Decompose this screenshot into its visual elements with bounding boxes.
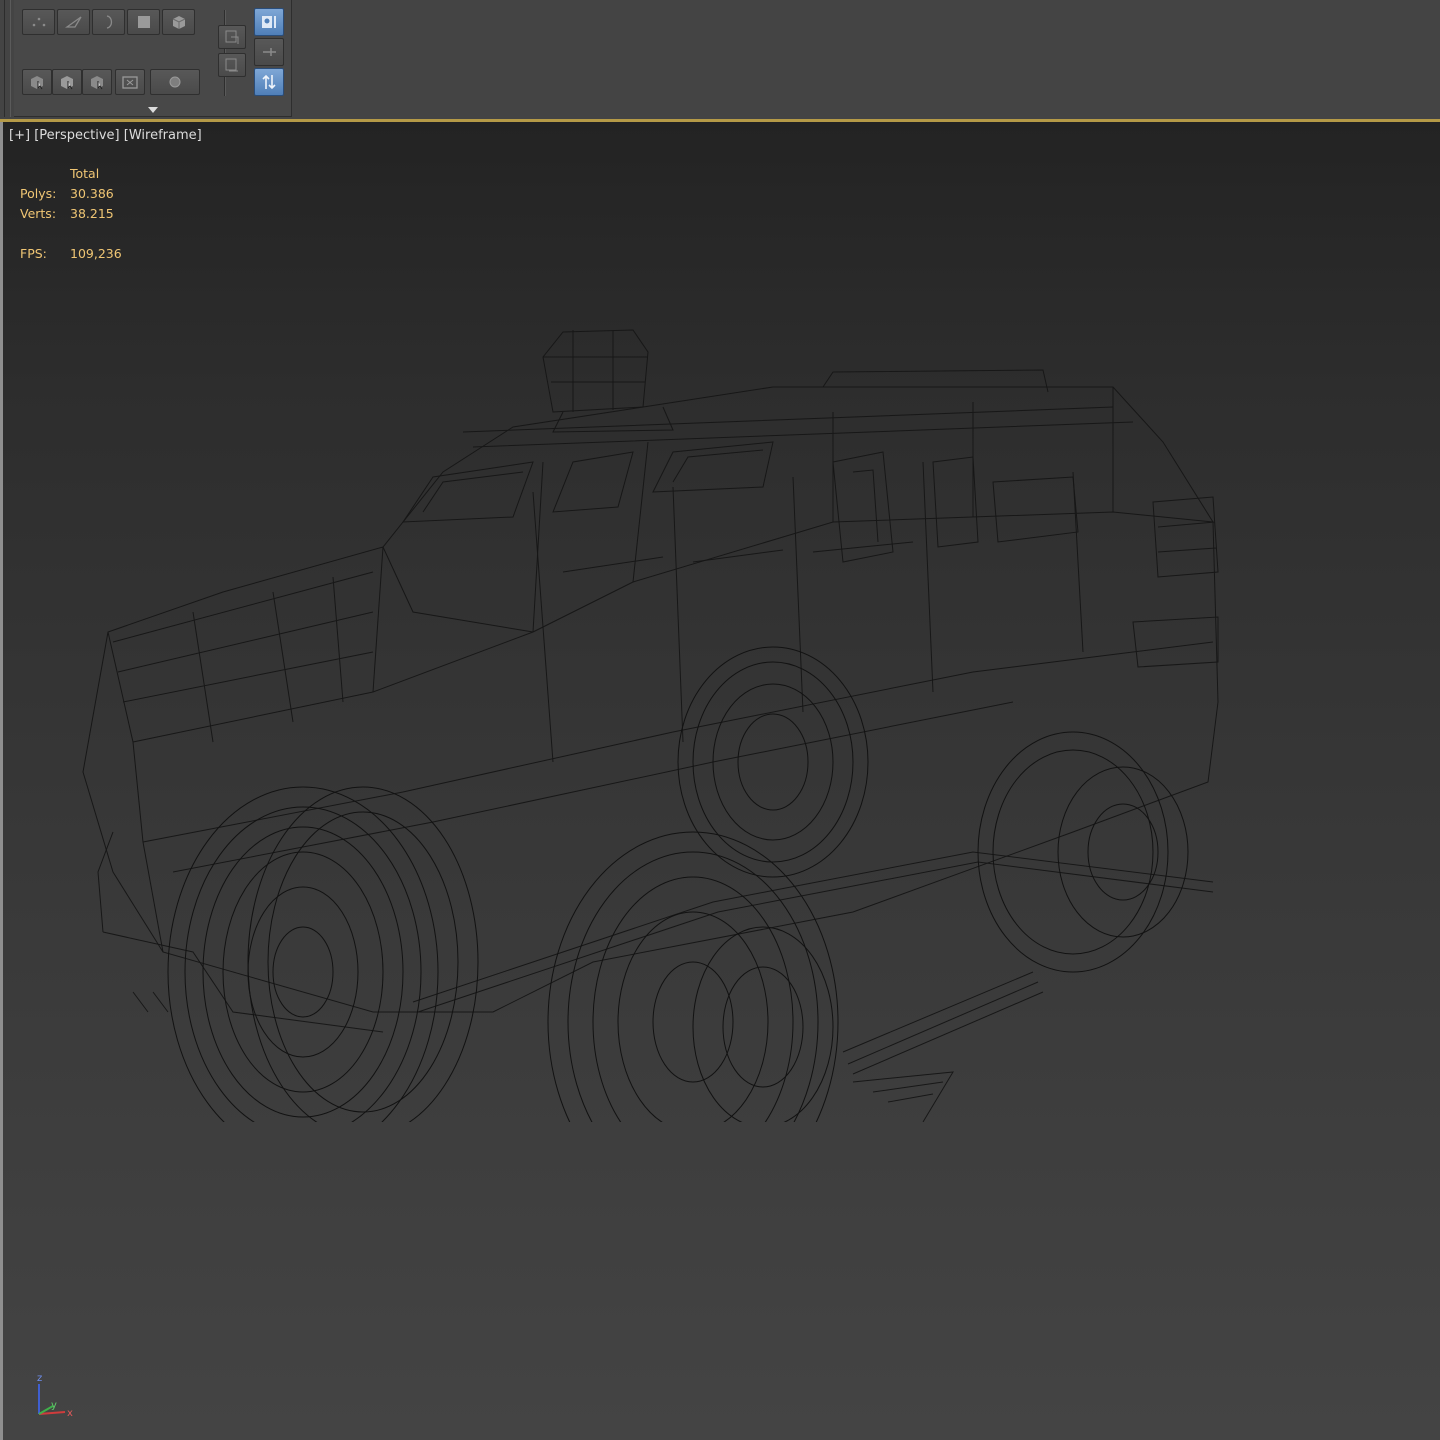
shrink-grow-icon	[122, 76, 138, 89]
perspective-viewport[interactable]: [+] [Perspective] [Wireframe] Total Poly…	[0, 122, 1440, 1440]
paste-selection-button[interactable]	[218, 53, 246, 77]
named-selection-paste-icon	[225, 58, 238, 72]
stats-total-header: Total	[70, 166, 100, 181]
element-mode-button[interactable]	[162, 9, 195, 35]
y-axis-label: y	[51, 1400, 57, 1411]
axis-tripod-gizmo: z y x	[37, 1373, 73, 1419]
fps-label: FPS:	[20, 246, 47, 261]
show-end-result-icon	[262, 16, 276, 28]
polygon-mode-button[interactable]	[127, 9, 160, 35]
copy-selection-button[interactable]	[218, 25, 246, 49]
pin-stack-button[interactable]	[254, 38, 284, 66]
selection-panel	[14, 0, 292, 117]
chevron-down-icon	[147, 107, 158, 113]
ring-loop-button[interactable]	[150, 69, 200, 95]
vertex-mode-button[interactable]	[22, 9, 55, 35]
panel-expand-toggle[interactable]	[14, 104, 291, 116]
scene-statistics: Total Polys: 30.386 Verts: 38.215 FPS: 109,…	[20, 164, 122, 264]
make-unique-button[interactable]	[254, 68, 284, 96]
front-left-wheel	[167, 786, 479, 1122]
named-selection-copy-icon	[225, 30, 239, 44]
viewport-shading-menu[interactable]: [Wireframe]	[124, 128, 202, 143]
select-by-vertex-icon	[31, 76, 43, 90]
polygon-icon	[137, 16, 150, 28]
border-icon	[106, 15, 112, 29]
toolbar-grip[interactable]	[4, 0, 11, 117]
element-icon	[172, 16, 185, 29]
make-unique-icon	[262, 74, 276, 90]
vertex-icon	[32, 17, 45, 27]
z-axis-label: z	[37, 1373, 42, 1384]
by-angle-button[interactable]	[82, 69, 112, 95]
front-right-wheel	[547, 831, 839, 1122]
viewport-label: [+] [Perspective] [Wireframe]	[9, 128, 202, 143]
viewport-menu-plus[interactable]: [+]	[9, 128, 30, 143]
ribbon-toolbar	[0, 0, 1440, 119]
ignore-backfacing-icon	[61, 76, 73, 90]
fps-value: 109,236	[70, 246, 122, 261]
armored-vehicle-wireframe[interactable]	[73, 312, 1233, 1122]
show-end-result-button[interactable]	[254, 8, 284, 36]
viewport-point-of-view-menu[interactable]: [Perspective]	[34, 128, 119, 143]
pin-stack-icon	[263, 48, 276, 56]
border-mode-button[interactable]	[92, 9, 125, 35]
shrink-grow-button[interactable]	[115, 69, 145, 95]
rear-left-wheel	[677, 646, 869, 878]
verts-label: Verts:	[20, 206, 57, 221]
verts-value: 38.215	[70, 206, 114, 221]
by-angle-icon	[91, 76, 103, 90]
x-axis-label: x	[67, 1408, 73, 1419]
polys-label: Polys:	[20, 186, 57, 201]
ring-loop-icon	[169, 76, 181, 88]
edge-icon	[64, 16, 82, 28]
polys-value: 30.386	[70, 186, 114, 201]
by-vertex-button[interactable]	[22, 69, 52, 95]
edge-mode-button[interactable]	[57, 9, 90, 35]
ignore-backfacing-button[interactable]	[52, 69, 82, 95]
rear-right-wheel	[977, 731, 1189, 973]
